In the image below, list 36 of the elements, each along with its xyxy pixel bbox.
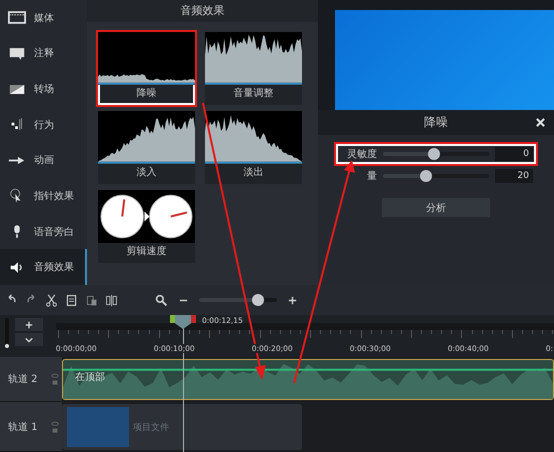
close-icon[interactable] bbox=[536, 118, 545, 127]
film-icon bbox=[8, 10, 26, 26]
audio-clip[interactable]: 在顶部 bbox=[62, 359, 554, 400]
zoom-in-icon[interactable] bbox=[288, 296, 297, 304]
copy-icon[interactable] bbox=[65, 294, 78, 306]
add-track-button[interactable] bbox=[15, 318, 43, 331]
sidebar-item[interactable]: 动画 bbox=[0, 142, 87, 178]
dropdown-button[interactable] bbox=[15, 333, 43, 346]
scissors-icon[interactable] bbox=[45, 294, 58, 306]
value-field[interactable]: 20 bbox=[495, 169, 533, 183]
clocks-icon bbox=[98, 190, 195, 243]
chevron-down-icon bbox=[25, 336, 33, 344]
sidebar-item[interactable]: 媒体 bbox=[0, 0, 87, 36]
sidebar-item[interactable]: 转场 bbox=[0, 71, 87, 107]
sidebar-item[interactable]: 指针效果 bbox=[0, 178, 87, 214]
effect-thumbnail[interactable]: 剪辑速度 bbox=[98, 190, 195, 263]
value-field[interactable]: 0 bbox=[495, 147, 533, 161]
sidebar-item[interactable]: 行为 bbox=[0, 106, 87, 142]
sidebar-item[interactable]: 语音旁白 bbox=[0, 214, 87, 250]
speech-bubble-icon bbox=[8, 46, 26, 61]
sidebar-item[interactable]: 音频效果 bbox=[0, 249, 87, 285]
parameter-row: 灵敏度 0 bbox=[336, 144, 536, 164]
effect-thumbnail[interactable]: 音量调整 bbox=[205, 32, 302, 105]
panel-title: 降噪 bbox=[424, 114, 448, 131]
panel-title: 音频效果 bbox=[87, 0, 318, 22]
parameter-row: 量 20 bbox=[336, 166, 536, 186]
plus-icon bbox=[25, 320, 33, 328]
effect-thumbnail[interactable]: 降噪 bbox=[98, 32, 195, 105]
search-icon[interactable] bbox=[155, 294, 168, 306]
video-thumbnail bbox=[67, 407, 129, 447]
analyze-button[interactable]: 分析 bbox=[382, 198, 490, 217]
paste-icon[interactable] bbox=[85, 294, 98, 306]
sidebar-item[interactable]: 注释 bbox=[0, 36, 87, 72]
track-name: 轨道 2 bbox=[8, 372, 38, 386]
track-name: 轨道 1 bbox=[8, 420, 38, 434]
split-icon[interactable] bbox=[105, 294, 118, 306]
